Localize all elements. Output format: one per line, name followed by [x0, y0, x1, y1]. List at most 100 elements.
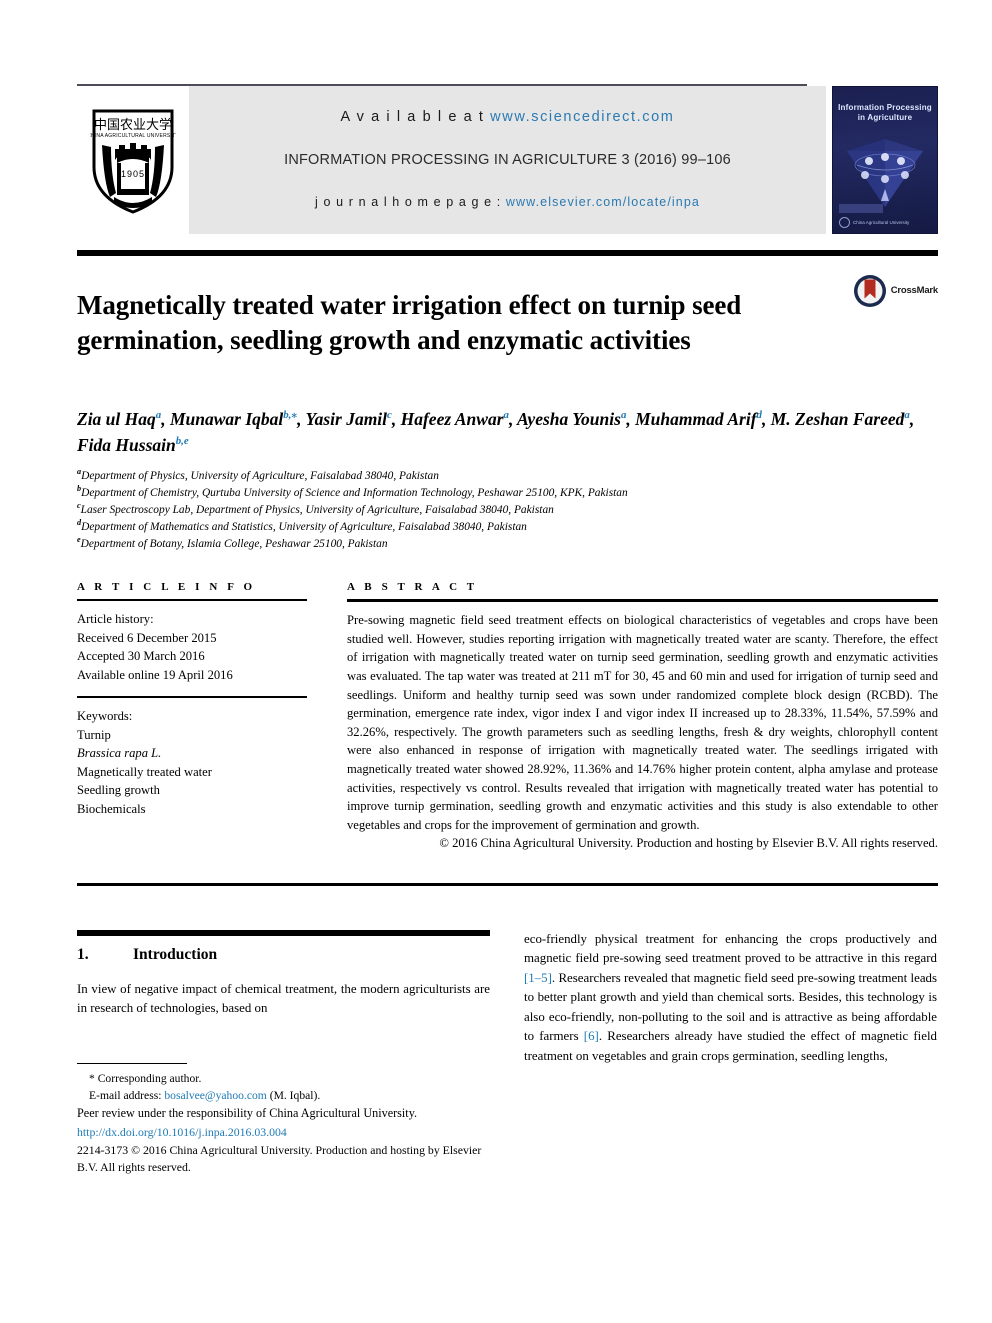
corresponding-author-text: Corresponding author.: [97, 1071, 202, 1085]
sciencedirect-banner: A v a i l a b l e a t www.sciencedirect.…: [189, 86, 826, 234]
article-info-heading: A R T I C L E I N F O: [77, 581, 256, 594]
citation-ref-6[interactable]: [6]: [584, 1029, 599, 1043]
affiliation-item: aDepartment of Physics, University of Ag…: [77, 468, 938, 485]
cover-diamond-graphic: [847, 139, 923, 207]
author-sep: ,: [161, 409, 170, 430]
article-history-group: Article history: Received 6 December 201…: [77, 601, 307, 696]
crossmark-icon: [853, 275, 886, 307]
abstract-heading: A B S T R A C T: [347, 581, 478, 594]
section-heading-introduction: 1. Introduction: [77, 946, 490, 964]
intro-right-text-1: eco-friendly physical treatment for enha…: [524, 931, 937, 966]
available-at-label: A v a i l a b l e a t: [340, 109, 491, 126]
svg-text:中国农业大学: 中国农业大学: [94, 117, 172, 133]
abstract-copyright: © 2016 China Agricultural University. Pr…: [439, 836, 938, 851]
affiliation-item: eDepartment of Botany, Islamia College, …: [77, 536, 938, 553]
body-column-right: eco-friendly physical treatment for enha…: [524, 930, 937, 1176]
available-at-line: A v a i l a b l e a t www.sciencedirect.…: [341, 109, 675, 125]
affiliation-item: cLaser Spectroscopy Lab, Department of P…: [77, 502, 938, 519]
author-item: Ayesha Younisa,: [517, 409, 635, 429]
affiliation-text: Department of Botany, Islamia College, P…: [80, 538, 388, 551]
author-name: Zia ul Haq: [77, 409, 156, 430]
author-name: Fida Hussain: [77, 435, 176, 456]
article-accepted-date: Accepted 30 March 2016: [77, 649, 205, 664]
author-name: Muhammad Arif: [635, 409, 757, 430]
keyword-item: Brassica rapa L.: [77, 746, 162, 761]
affiliation-item: bDepartment of Chemistry, Qurtuba Univer…: [77, 485, 938, 502]
intro-paragraph-right: eco-friendly physical treatment for enha…: [524, 930, 937, 1067]
author-name: Munawar Iqbal: [169, 409, 284, 430]
author-sep: ,: [297, 409, 306, 430]
author-item: Fida Hussainb,e: [77, 435, 189, 455]
author-sep: ,: [761, 409, 771, 430]
article-online-date: Available online 19 April 2016: [77, 667, 233, 682]
svg-text:1905: 1905: [121, 169, 145, 179]
info-abstract-block: A R T I C L E I N F O Article history: R…: [77, 581, 938, 853]
author-sep: ,: [391, 409, 401, 430]
cover-seal-icon: [839, 217, 850, 228]
keyword-item: Magnetically treated water: [77, 764, 212, 779]
body-column-left: 1. Introduction In view of negative impa…: [77, 929, 490, 1176]
author-sep: ,: [508, 409, 518, 430]
author-name: Yasir Jamil: [305, 409, 388, 430]
affiliation-text: Department of Physics, University of Agr…: [81, 470, 439, 483]
email-link[interactable]: bosalvee@yahoo.com: [164, 1089, 266, 1102]
body-columns: 1. Introduction In view of negative impa…: [77, 929, 938, 1176]
page-content: 中国农业大学 CHINA AGRICULTURAL UNIVERSITY 190…: [77, 56, 938, 1176]
journal-homepage-label: j o u r n a l h o m e p a g e :: [315, 194, 506, 209]
svg-text:CHINA AGRICULTURAL UNIVERSITY: CHINA AGRICULTURAL UNIVERSITY: [90, 133, 176, 139]
cover-publisher-badge: China Agricultural University: [839, 217, 909, 228]
corresponding-author-note: * Corresponding author.: [77, 1070, 490, 1087]
author-item: M. Zeshan Fareeda,: [771, 409, 914, 429]
cover-imprint-block: [839, 204, 883, 213]
citation-ref-1-5[interactable]: [1–5]: [524, 971, 552, 985]
author-name: Ayesha Younis: [517, 409, 621, 430]
masthead-bottom-bar: [77, 250, 938, 256]
affiliation-item: dDepartment of Mathematics and Statistic…: [77, 519, 938, 536]
section-rule: [77, 929, 490, 936]
journal-citation-line: INFORMATION PROCESSING IN AGRICULTURE 3 …: [284, 151, 731, 168]
cover-title-line1: Information Processing: [838, 103, 932, 112]
peer-review-note: Peer review under the responsibility of …: [77, 1105, 418, 1120]
author-item: Hafeez Anwara,: [401, 409, 517, 429]
abstract-text: Pre-sowing magnetic field seed treatment…: [347, 613, 938, 832]
sciencedirect-link[interactable]: www.sciencedirect.com: [490, 109, 674, 125]
article-history-label: Article history:: [77, 612, 154, 627]
china-agricultural-university-logo: 中国农业大学 CHINA AGRICULTURAL UNIVERSITY 190…: [90, 109, 176, 214]
abstract-column: A B S T R A C T Pre-sowing magnetic fiel…: [347, 581, 938, 853]
author-item: Muhammad Arifd,: [635, 409, 771, 429]
doi-link[interactable]: http://dx.doi.org/10.1016/j.inpa.2016.03…: [77, 1124, 490, 1141]
affiliation-list: aDepartment of Physics, University of Ag…: [77, 468, 938, 553]
journal-homepage-line: j o u r n a l h o m e p a g e : www.else…: [315, 195, 700, 209]
email-owner: (M. Iqbal).: [269, 1088, 321, 1102]
affiliation-text: Laser Spectroscopy Lab, Department of Ph…: [80, 504, 554, 517]
email-note: E-mail address: bosalvee@yahoo.com (M. I…: [77, 1087, 490, 1104]
cover-badge-text: China Agricultural University: [853, 220, 910, 225]
cover-title: Information Processing in Agriculture: [833, 103, 937, 123]
footnote-block: * Corresponding author. E-mail address: …: [77, 1062, 490, 1176]
author-affil-mark: b,⁎: [283, 409, 298, 422]
email-label: E-mail address:: [89, 1088, 162, 1102]
keywords-label: Keywords:: [77, 709, 133, 724]
journal-homepage-link[interactable]: www.elsevier.com/locate/inpa: [506, 195, 700, 209]
author-sep: ,: [626, 409, 636, 430]
author-name: Hafeez Anwar: [400, 409, 504, 430]
author-name: M. Zeshan Fareed: [770, 409, 905, 430]
cover-title-line2: in Agriculture: [857, 113, 913, 122]
journal-cover-cell: Information Processing in Agriculture Ch…: [826, 86, 938, 234]
section-title: Introduction: [133, 945, 218, 963]
journal-cover-thumbnail[interactable]: Information Processing in Agriculture Ch…: [832, 86, 938, 234]
footnote-rule: [77, 1062, 187, 1064]
crossmark-badge[interactable]: CrossMark: [830, 270, 938, 376]
section-number: 1.: [77, 945, 89, 963]
author-item: Zia ul Haqa,: [77, 409, 170, 429]
keyword-item: Seedling growth: [77, 783, 160, 798]
author-list: Zia ul Haqa, Munawar Iqbalb,⁎, Yasir Jam…: [77, 406, 938, 458]
article-info-column: A R T I C L E I N F O Article history: R…: [77, 581, 307, 853]
keyword-item: Biochemicals: [77, 801, 146, 816]
affiliation-text: Department of Chemistry, Qurtuba Univers…: [81, 487, 628, 500]
issn-copyright-line: 2214-3173 © 2016 China Agricultural Univ…: [77, 1142, 482, 1174]
intro-paragraph-left: In view of negative impact of chemical t…: [77, 981, 490, 1016]
title-row: Magnetically treated water irrigation ef…: [77, 270, 938, 376]
keywords-group: Keywords: Turnip Brassica rapa L. Magnet…: [77, 698, 307, 818]
affiliation-text: Department of Mathematics and Statistics…: [81, 521, 527, 534]
